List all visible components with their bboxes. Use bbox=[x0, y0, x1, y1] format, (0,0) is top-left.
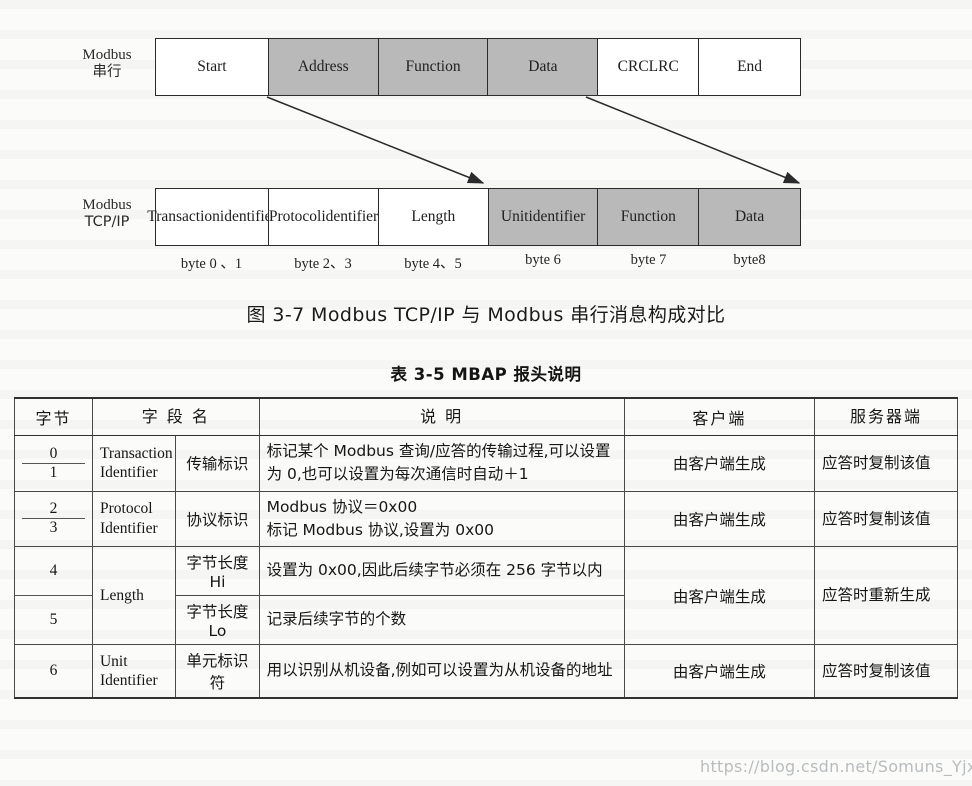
cell-server: 应答时复制该值 bbox=[813, 490, 959, 547]
cell-byte: 4 bbox=[14, 546, 93, 596]
cell-field-cn-lo: 字节长度 Lo bbox=[175, 595, 260, 645]
cell-field-en-line: Identifier bbox=[99, 519, 158, 537]
cell-description-line: Modbus 协议＝0x00 bbox=[266, 497, 418, 516]
table-row: 2 3 Protocol Identifier 协议标识 Modbus 协议＝0x00 标记… bbox=[14, 490, 959, 547]
cell-server-line: 应答时复制该值 bbox=[821, 661, 931, 680]
cell-field-en: Unit Identifier bbox=[91, 644, 177, 699]
cell-field-cn-hi: 字节长度 Hi bbox=[175, 546, 260, 596]
cell-byte: 6 bbox=[14, 644, 93, 699]
col-header-field: 字 段 名 bbox=[91, 397, 260, 436]
cell-field-en-line: Length bbox=[99, 586, 144, 604]
cell-field-en-line: Identifier bbox=[99, 672, 158, 689]
col-header-client: 客户端 bbox=[623, 397, 815, 436]
cell-field-cn: 协议标识 bbox=[175, 490, 260, 547]
table-head: 字节 字 段 名 说 明 客户端 服务器端 bbox=[14, 397, 959, 436]
cell-field-cn: 传输标识 bbox=[175, 435, 260, 492]
cell-description-lo-line: 记录后续字节的个数 bbox=[266, 610, 407, 629]
cell-description-lo: 记录后续字节的个数 bbox=[258, 595, 625, 645]
cell-client-line: 由客户端生成 bbox=[672, 455, 766, 474]
cell-field-en: Length bbox=[91, 546, 177, 645]
table-row: 0 1 Transaction Identifier 传输标识 标记某个 Modbus 查… bbox=[14, 435, 959, 492]
cell-field-cn-hi-line: 字节长度 Hi bbox=[186, 554, 249, 591]
byte-number-1: 1 bbox=[49, 463, 58, 481]
cell-field-en: Transaction Identifier bbox=[91, 435, 177, 492]
table-row: 4 Length 字节长度 Hi 设置为 0x00,因此后续字节必须在 256 字节以… bbox=[14, 546, 959, 645]
cell-field-cn-lo-line: 字节长度 Lo bbox=[186, 603, 249, 640]
col-header-desc: 说 明 bbox=[258, 397, 625, 436]
col-header-byte: 字节 bbox=[14, 397, 93, 436]
frame-mapping-connectors bbox=[266, 96, 801, 184]
byte-number-0: 0 bbox=[22, 445, 85, 464]
mbap-header-table: 字节 字 段 名 说 明 客户端 服务器端 0 1 Transaction Ident… bbox=[14, 397, 959, 699]
byte-pair: 01 bbox=[22, 445, 85, 482]
cell-byte: 23 bbox=[14, 490, 93, 547]
figure-caption: 图 3-7 Modbus TCP/IP 与 Modbus 串行消息构成对比 bbox=[246, 304, 726, 326]
cell-description: 标记某个 Modbus 查询/应答的传输过程,可以设置为 0,也可以设置为每次通… bbox=[258, 435, 625, 492]
cell-field-cn-line: 单元标识符 bbox=[186, 652, 249, 692]
cell-field-cn-line: 协议标识 bbox=[186, 510, 249, 529]
cell-description-hi: 设置为 0x00,因此后续字节必须在 256 字节以内 bbox=[258, 546, 625, 596]
cell-client: 由客户端生成 bbox=[623, 490, 815, 547]
cell-server: 应答时复制该值 bbox=[813, 644, 959, 699]
table-row: 6 Unit Identifier 单元标识符 用以识别从机设备,例如可以设置为从机设备… bbox=[14, 644, 959, 699]
cell-server-line: 应答时复制该值 bbox=[821, 454, 931, 473]
cell-description-hi-line: 设置为 0x00,因此后续字节必须在 256 字节以内 bbox=[266, 561, 603, 580]
book-page: Modbus 串行 Start Address Function Data CRC LRC… bbox=[0, 0, 972, 786]
csdn-watermark: https://blog.csdn.net/Somuns_Yjx bbox=[700, 757, 972, 776]
table-body: 0 1 Transaction Identifier 传输标识 标记某个 Modbus 查… bbox=[14, 435, 959, 699]
cell-client-line: 由客户端生成 bbox=[672, 587, 766, 606]
table-caption: 表 3-5 MBAP 报头说明 bbox=[390, 365, 582, 384]
cell-server: 应答时复制该值 bbox=[813, 435, 959, 492]
cell-client: 由客户端生成 bbox=[623, 644, 815, 699]
cell-field-en-line: Unit bbox=[99, 652, 128, 670]
cell-server-line: 应答时重新生成 bbox=[821, 586, 931, 605]
cell-client: 由客户端生成 bbox=[623, 435, 815, 492]
cell-field-en: Protocol Identifier bbox=[91, 490, 177, 547]
cell-client-line: 由客户端生成 bbox=[672, 510, 766, 529]
cell-field-cn-line: 传输标识 bbox=[186, 455, 249, 474]
cell-field-en-line: Identifier bbox=[99, 464, 158, 482]
byte-number-3: 3 bbox=[49, 519, 58, 537]
cell-client: 由客户端生成 bbox=[623, 546, 815, 645]
cell-client-line: 由客户端生成 bbox=[672, 663, 766, 681]
cell-description: 用以识别从机设备,例如可以设置为从机设备的地址 bbox=[258, 644, 625, 699]
cell-description-line: 用以识别从机设备,例如可以设置为从机设备的地址 bbox=[266, 661, 613, 680]
byte-number-2: 2 bbox=[22, 500, 85, 520]
cell-server-line: 应答时复制该值 bbox=[821, 509, 931, 528]
cell-field-cn: 单元标识符 bbox=[175, 644, 260, 699]
table-header-row: 字节 字 段 名 说 明 客户端 服务器端 bbox=[14, 397, 959, 436]
mbap-table-wrap: 字节 字 段 名 说 明 客户端 服务器端 0 1 Transaction Ident… bbox=[14, 397, 959, 699]
cell-description-line: 标记某个 Modbus 查询/应答的传输过程,可以设置为 0,也可以设置为每次通… bbox=[266, 442, 611, 484]
cell-byte: 5 bbox=[14, 595, 93, 645]
cell-server: 应答时重新生成 bbox=[813, 546, 959, 645]
cell-description-line: 标记 Modbus 协议,设置为 0x00 bbox=[266, 520, 494, 539]
cell-field-en-line: Protocol bbox=[99, 500, 153, 518]
cell-byte: 01 bbox=[14, 435, 93, 492]
cell-field-en-line: Transaction bbox=[99, 444, 173, 462]
byte-pair: 23 bbox=[22, 500, 85, 537]
cell-description: Modbus 协议＝0x00 标记 Modbus 协议,设置为 0x00 bbox=[258, 490, 625, 547]
col-header-server: 服务器端 bbox=[813, 397, 959, 436]
figure-3-7: Modbus 串行 Start Address Function Data CRC LRC… bbox=[0, 0, 972, 326]
